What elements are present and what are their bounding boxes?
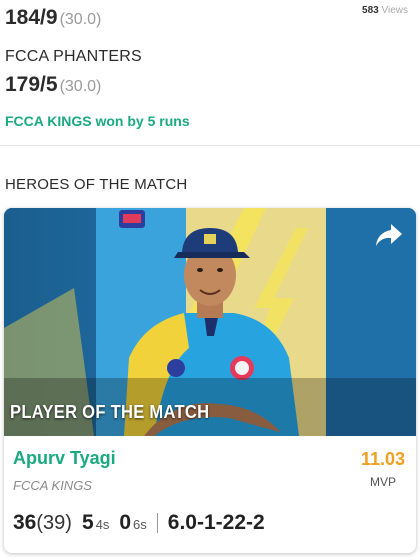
views-label: Views xyxy=(381,5,409,16)
innings2-runs: 179/5 xyxy=(5,73,58,96)
player-stats: 36 (39) 5 4s 0 6s 6.0-1-22-2 xyxy=(13,511,265,535)
player-team: FCCA KINGS xyxy=(13,478,92,493)
player-of-match-card[interactable]: PLAYER OF THE MATCH Apurv Tyagi FCCA KIN… xyxy=(4,208,416,553)
views-count: 583 Views xyxy=(362,5,408,16)
bowling-figures: 6.0-1-22-2 xyxy=(167,511,265,534)
fours-label: 4s xyxy=(95,517,110,532)
player-of-match-banner: PLAYER OF THE MATCH xyxy=(10,402,210,422)
innings2-score: 179/5 (30.0) xyxy=(5,73,101,97)
fours-count: 5 xyxy=(81,511,94,534)
share-icon[interactable] xyxy=(374,222,404,248)
divider xyxy=(0,145,420,146)
sixes-count: 0 xyxy=(119,511,132,534)
player-photo: PLAYER OF THE MATCH xyxy=(4,208,416,436)
stats-divider xyxy=(156,513,158,533)
innings1-runs: 184/9 xyxy=(5,6,58,29)
batting-runs: 36 xyxy=(13,511,37,534)
player-name[interactable]: Apurv Tyagi xyxy=(13,448,116,469)
heroes-title: HEROES OF THE MATCH xyxy=(5,176,188,193)
innings2-overs: (30.0) xyxy=(59,78,102,95)
sixes-label: 6s xyxy=(133,517,147,532)
innings1-overs: (30.0) xyxy=(59,11,102,28)
innings2-team: FCCA PHANTERS xyxy=(5,48,142,65)
mvp-label: MVP xyxy=(369,475,396,489)
match-result: FCCA KINGS won by 5 runs xyxy=(5,113,190,129)
views-number: 583 xyxy=(362,5,379,16)
innings1-score: 184/9 (30.0) xyxy=(5,6,101,30)
batting-balls: (39) xyxy=(36,512,72,534)
mvp-value: 11.03 xyxy=(360,449,405,469)
